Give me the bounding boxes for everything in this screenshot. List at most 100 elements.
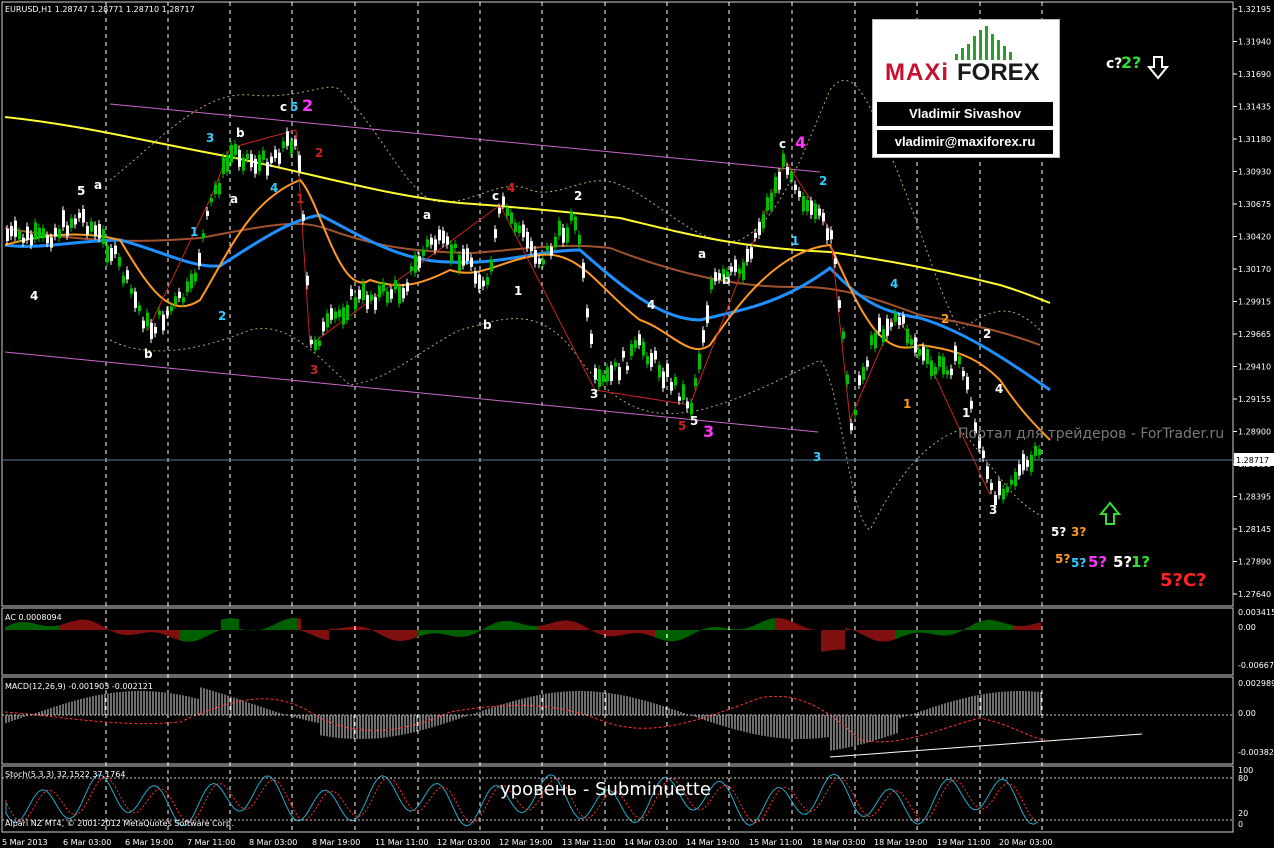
- price-tick: 1.28900: [1238, 428, 1271, 437]
- forecast-label: 5?: [1113, 553, 1132, 571]
- wave-label: a: [698, 247, 706, 261]
- candle-body: [810, 200, 813, 215]
- candle-body: [590, 333, 593, 345]
- candle-body: [702, 330, 705, 343]
- candle-body: [950, 368, 953, 376]
- candle-body: [146, 312, 149, 327]
- time-axis: 5 Mar 2013 6 Mar 03:00 6 Mar 19:00 7 Mar 11…: [2, 838, 1052, 847]
- candle-body: [62, 210, 65, 228]
- wave-label: 1: [903, 397, 911, 411]
- candle-body: [398, 286, 401, 304]
- wave-label: 4: [647, 298, 655, 312]
- candle-body: [1010, 479, 1013, 485]
- candle-body: [554, 236, 557, 248]
- candle-body: [1030, 454, 1033, 472]
- candle-body: [758, 221, 761, 236]
- candle-body: [358, 289, 361, 299]
- candle-body: [422, 249, 425, 256]
- candle-body: [502, 196, 505, 206]
- indicator-axis: 0.003415 0.00 -0.006671 0.002989 0.00 -0.0038…: [1238, 608, 1274, 829]
- candle-body: [506, 207, 509, 216]
- candle-body: [214, 184, 217, 195]
- candle-body: [538, 258, 541, 265]
- candle-body: [558, 220, 561, 236]
- candle-body: [858, 375, 861, 386]
- candle-body: [154, 327, 157, 334]
- indicator-tick: 20: [1238, 809, 1248, 818]
- candle-body: [690, 402, 693, 415]
- candle-body: [1018, 464, 1021, 476]
- candle-body: [818, 208, 821, 216]
- candle-body: [638, 334, 641, 346]
- candle-body: [218, 183, 221, 195]
- candle-body: [442, 230, 445, 244]
- candle-body: [898, 316, 901, 326]
- candle-body: [494, 229, 497, 239]
- candle-body: [346, 304, 349, 321]
- wave-label: 5: [678, 419, 686, 433]
- current-price-value: 1.28717: [1236, 456, 1269, 465]
- candle-body: [390, 289, 393, 299]
- candle-body: [618, 367, 621, 381]
- time-tick: 11 Mar 11:00: [375, 838, 428, 847]
- candle-body: [582, 262, 585, 278]
- candle-body: [622, 351, 625, 358]
- candle-body: [770, 192, 773, 210]
- candle-body: [922, 346, 925, 361]
- watermark-text: Портал для трейдеров - ForTrader.ru: [958, 426, 1225, 442]
- candle-body: [50, 237, 53, 248]
- candle-body: [642, 341, 645, 356]
- candle-body: [54, 227, 57, 237]
- candle-body: [166, 310, 169, 316]
- price-tick: 1.27890: [1238, 558, 1271, 567]
- wave-label: c: [492, 189, 499, 203]
- candle-body: [6, 229, 9, 241]
- stoch-label: Stoch(5,3,3) 32.1522 37.1764: [5, 770, 125, 779]
- candle-body: [342, 307, 345, 325]
- candle-body: [870, 335, 873, 346]
- time-tick: 6 Mar 19:00: [125, 838, 173, 847]
- candle-body: [450, 244, 453, 262]
- candle-body: [654, 350, 657, 360]
- time-tick: 5 Mar 2013: [2, 838, 48, 847]
- candle-body: [1002, 488, 1005, 500]
- candle-body: [462, 248, 465, 266]
- wave-label: 2: [218, 309, 226, 323]
- wave-label: 2: [819, 174, 827, 188]
- candle-body: [1034, 446, 1037, 456]
- candle-body: [282, 141, 285, 148]
- candle-body: [330, 308, 333, 320]
- candle-body: [274, 149, 277, 159]
- candle-body: [662, 371, 665, 389]
- price-chart[interactable]: 45 ab123 b4ac 5 2213ac4b12345 53abc 4123412214…: [0, 0, 1274, 848]
- candle-body: [394, 280, 397, 290]
- candle-body: [322, 321, 325, 332]
- candle-body: [806, 199, 809, 212]
- candle-body: [466, 248, 469, 261]
- candle-body: [666, 363, 669, 378]
- candle-body: [602, 374, 605, 383]
- wave-label: 3: [703, 422, 714, 441]
- candle-body: [246, 153, 249, 159]
- candle-body: [966, 376, 969, 390]
- candle-body: [534, 249, 537, 264]
- candle-body: [682, 384, 685, 400]
- candle-body: [650, 353, 653, 367]
- wave-label: a: [423, 208, 431, 222]
- candle-body: [174, 296, 177, 305]
- candle-body: [942, 356, 945, 375]
- candle-body: [438, 229, 441, 241]
- candle-body: [954, 345, 957, 361]
- candle-body: [130, 288, 133, 294]
- forecast-label: 5?: [1088, 553, 1107, 571]
- candle-body: [562, 227, 565, 243]
- candle-body: [962, 370, 965, 377]
- candle-body: [38, 227, 41, 238]
- candle-body: [418, 256, 421, 268]
- candles: [6, 127, 1041, 510]
- candle-body: [122, 275, 125, 284]
- candle-body: [718, 273, 721, 280]
- candle-body: [30, 234, 33, 246]
- price-tick: 1.29665: [1238, 330, 1271, 339]
- forecast-label: 5?C?: [1160, 570, 1207, 591]
